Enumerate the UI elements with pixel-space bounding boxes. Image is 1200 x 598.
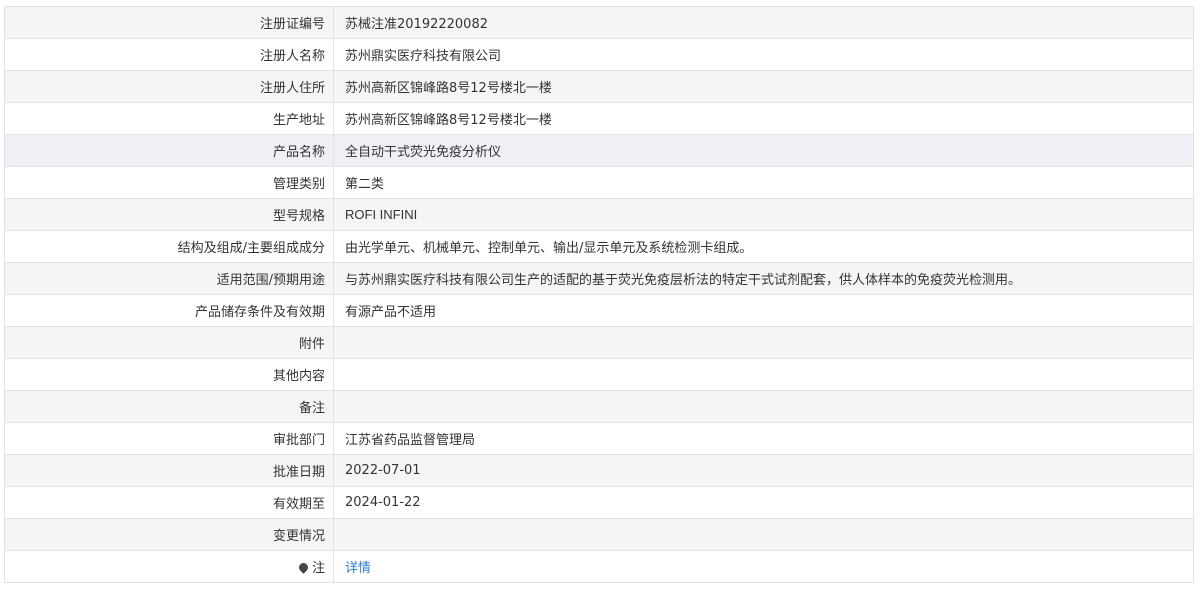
table-row-management-category: 管理类别 第二类 — [4, 166, 1194, 199]
row-value: 苏州鼎实医疗科技有限公司 — [333, 38, 1194, 71]
row-label: 其他内容 — [4, 358, 334, 391]
registration-detail-table: 注册证编号 苏械注准20192220082 注册人名称 苏州鼎实医疗科技有限公司… — [4, 6, 1194, 583]
table-row-registration-number: 注册证编号 苏械注准20192220082 — [4, 6, 1194, 39]
row-value — [333, 326, 1194, 359]
table-row-note: 注 详情 — [4, 550, 1194, 583]
row-value: 全自动干式荧光免疫分析仪 — [333, 134, 1194, 167]
table-row-storage-validity: 产品储存条件及有效期 有源产品不适用 — [4, 294, 1194, 327]
table-row-approval-date: 批准日期 2022-07-01 — [4, 454, 1194, 487]
table-row-other-content: 其他内容 — [4, 358, 1194, 391]
row-value — [333, 358, 1194, 391]
table-row-registrant-address: 注册人住所 苏州高新区锦峰路8号12号楼北一楼 — [4, 70, 1194, 103]
table-row-registrant-name: 注册人名称 苏州鼎实医疗科技有限公司 — [4, 38, 1194, 71]
row-label: 生产地址 — [4, 102, 334, 135]
row-label: 管理类别 — [4, 166, 334, 199]
details-link[interactable]: 详情 — [345, 561, 371, 576]
table-row-production-address: 生产地址 苏州高新区锦峰路8号12号楼北一楼 — [4, 102, 1194, 135]
note-label-cell: 注 — [4, 550, 334, 583]
table-row-change-status: 变更情况 — [4, 518, 1194, 551]
row-label: 适用范围/预期用途 — [4, 262, 334, 295]
row-value: 苏州高新区锦峰路8号12号楼北一楼 — [333, 102, 1194, 135]
table-row-product-name: 产品名称 全自动干式荧光免疫分析仪 — [4, 134, 1194, 167]
row-label: 备注 — [4, 390, 334, 423]
table-row-remarks: 备注 — [4, 390, 1194, 423]
row-label: 产品名称 — [4, 134, 334, 167]
note-value-cell: 详情 — [333, 550, 1194, 583]
row-label: 审批部门 — [4, 422, 334, 455]
row-label: 结构及组成/主要组成成分 — [4, 230, 334, 263]
row-value — [333, 390, 1194, 423]
row-label: 产品储存条件及有效期 — [4, 294, 334, 327]
row-value: 与苏州鼎实医疗科技有限公司生产的适配的基于荧光免疫层析法的特定干式试剂配套，供人… — [333, 262, 1194, 295]
table-row-intended-use: 适用范围/预期用途 与苏州鼎实医疗科技有限公司生产的适配的基于荧光免疫层析法的特… — [4, 262, 1194, 295]
table-row-valid-until: 有效期至 2024-01-22 — [4, 486, 1194, 519]
row-value: 2024-01-22 — [333, 486, 1194, 519]
row-value: 有源产品不适用 — [333, 294, 1194, 327]
row-label: 型号规格 — [4, 198, 334, 231]
row-label: 批准日期 — [4, 454, 334, 487]
row-label: 附件 — [4, 326, 334, 359]
row-value: 苏州高新区锦峰路8号12号楼北一楼 — [333, 70, 1194, 103]
row-label: 变更情况 — [4, 518, 334, 551]
row-label: 注册证编号 — [4, 6, 334, 39]
row-value: 江苏省药品监督管理局 — [333, 422, 1194, 455]
table-row-model-spec: 型号规格 ROFI INFINI — [4, 198, 1194, 231]
note-label: 注 — [311, 561, 325, 576]
row-label: 注册人名称 — [4, 38, 334, 71]
row-label: 有效期至 — [4, 486, 334, 519]
table-row-approval-department: 审批部门 江苏省药品监督管理局 — [4, 422, 1194, 455]
row-value — [333, 518, 1194, 551]
row-value: 第二类 — [333, 166, 1194, 199]
row-value: 由光学单元、机械单元、控制单元、输出/显示单元及系统检测卡组成。 — [333, 230, 1194, 263]
table-row-attachment: 附件 — [4, 326, 1194, 359]
row-value: 苏械注准20192220082 — [333, 6, 1194, 39]
table-row-structure-composition: 结构及组成/主要组成成分 由光学单元、机械单元、控制单元、输出/显示单元及系统检… — [4, 230, 1194, 263]
row-value: 2022-07-01 — [333, 454, 1194, 487]
row-label: 注册人住所 — [4, 70, 334, 103]
row-value: ROFI INFINI — [333, 198, 1194, 231]
location-pin-icon — [297, 561, 310, 574]
